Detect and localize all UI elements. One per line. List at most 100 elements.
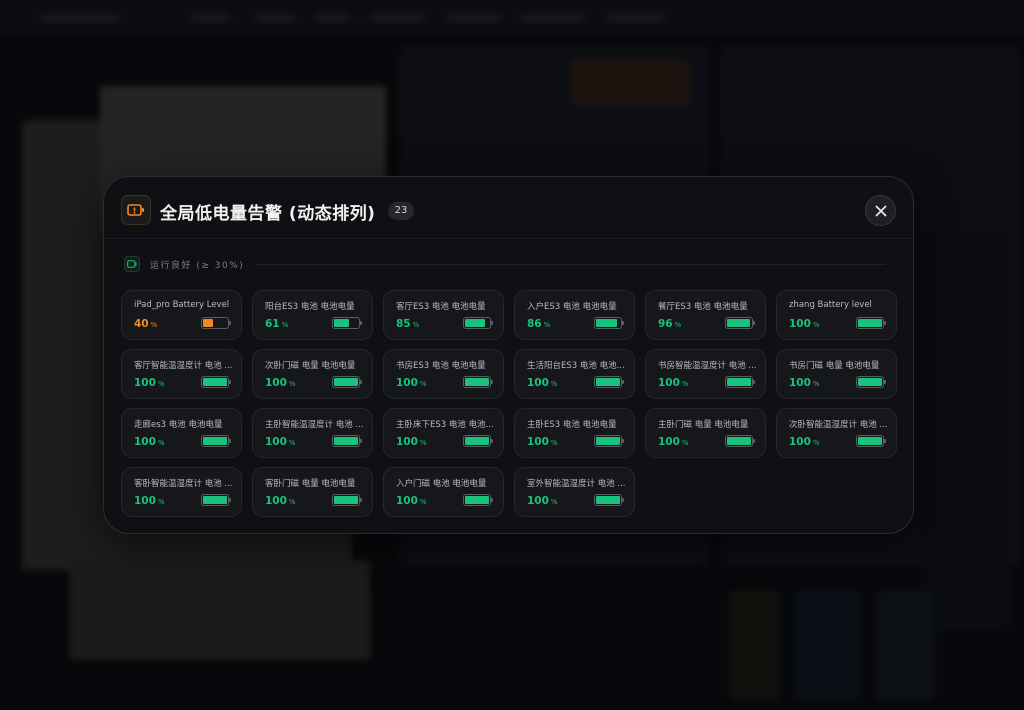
battery-percent: 100% [396, 377, 427, 389]
battery-percent-value: 100 [789, 318, 811, 330]
device-card[interactable]: 入户ES3 电池 电池电量 86% [514, 290, 635, 340]
battery-percent: 100% [265, 495, 296, 507]
battery-level-fill [465, 319, 486, 327]
device-card[interactable]: 书房智能温湿度计 电池 ... 100% [645, 349, 766, 399]
battery-alert-icon [121, 195, 151, 225]
battery-icon [856, 435, 886, 447]
battery-percent-unit: % [550, 380, 558, 388]
battery-icon [332, 317, 362, 329]
battery-percent-value: 100 [527, 377, 549, 389]
device-name: 阳台ES3 电池 电池电量 [265, 302, 355, 312]
battery-icon [201, 376, 231, 388]
battery-icon [332, 376, 362, 388]
device-name: 次卧智能温湿度计 电池 ... [789, 420, 888, 430]
battery-percent-value: 100 [265, 436, 287, 448]
battery-level-fill [465, 378, 489, 386]
battery-level-fill [858, 437, 882, 445]
device-card[interactable]: 书房ES3 电池 电池电量 100% [383, 349, 504, 399]
section-header: 运行良好 (≥ 30%) [124, 256, 894, 272]
battery-percent-value: 100 [396, 436, 418, 448]
battery-percent-unit: % [412, 321, 420, 329]
device-name: zhang Battery level [789, 300, 872, 310]
device-card[interactable]: 主卧床下ES3 电池 电池... 100% [383, 408, 504, 458]
section-divider [256, 264, 886, 265]
battery-percent-value: 86 [527, 318, 542, 330]
device-card[interactable]: zhang Battery level 100% [776, 290, 897, 340]
device-card[interactable]: 室外智能温湿度计 电池 ... 100% [514, 467, 635, 517]
device-card[interactable]: 主卧智能温湿度计 电池 ... 100% [252, 408, 373, 458]
battery-percent: 100% [658, 377, 689, 389]
battery-percent-unit: % [288, 498, 296, 506]
battery-percent-unit: % [674, 321, 682, 329]
battery-icon [201, 317, 231, 329]
battery-level-fill [727, 437, 751, 445]
battery-percent-value: 40 [134, 318, 149, 330]
device-name: 客厅ES3 电池 电池电量 [396, 302, 486, 312]
close-icon [875, 205, 886, 216]
device-card[interactable]: 客卧智能温湿度计 电池 ... 100% [121, 467, 242, 517]
device-card[interactable]: 书房门磁 电量 电池电量 100% [776, 349, 897, 399]
battery-percent: 100% [265, 377, 296, 389]
battery-icon [332, 494, 362, 506]
battery-percent-value: 61 [265, 318, 280, 330]
device-card[interactable]: 餐厅ES3 电池 电池电量 96% [645, 290, 766, 340]
device-name: 主卧门磁 电量 电池电量 [658, 420, 749, 430]
device-card[interactable]: 次卧门磁 电量 电池电量 100% [252, 349, 373, 399]
battery-level-fill [203, 319, 213, 327]
battery-percent: 85% [396, 318, 419, 330]
battery-percent-unit: % [419, 380, 427, 388]
device-card[interactable]: 客厅智能温湿度计 电池 ... 100% [121, 349, 242, 399]
battery-level-fill [465, 496, 489, 504]
device-card[interactable]: 入户门磁 电池 电池电量 100% [383, 467, 504, 517]
device-card[interactable]: iPad_pro Battery Level 40% [121, 290, 242, 340]
battery-percent-value: 100 [396, 377, 418, 389]
battery-percent: 100% [658, 436, 689, 448]
battery-icon [201, 435, 231, 447]
battery-percent-unit: % [288, 439, 296, 447]
battery-percent-unit: % [681, 380, 689, 388]
battery-percent-unit: % [157, 380, 165, 388]
battery-percent-unit: % [550, 439, 558, 447]
battery-icon [594, 317, 624, 329]
alert-count-badge: 23 [388, 202, 414, 220]
device-card[interactable]: 次卧智能温湿度计 电池 ... 100% [776, 408, 897, 458]
battery-level-fill [203, 437, 227, 445]
battery-percent-value: 100 [658, 377, 680, 389]
battery-level-fill [334, 437, 358, 445]
battery-level-fill [465, 437, 489, 445]
device-name: 走廊es3 电池 电池电量 [134, 420, 223, 430]
battery-icon [725, 435, 755, 447]
battery-percent-unit: % [812, 439, 820, 447]
battery-icon [332, 435, 362, 447]
device-name: 主卧ES3 电池 电池电量 [527, 420, 617, 430]
device-card[interactable]: 客卧门磁 电量 电池电量 100% [252, 467, 373, 517]
battery-percent-unit: % [812, 380, 820, 388]
device-name: 主卧智能温湿度计 电池 ... [265, 420, 364, 430]
device-name: 书房ES3 电池 电池电量 [396, 361, 486, 371]
battery-level-fill [596, 437, 620, 445]
device-card[interactable]: 客厅ES3 电池 电池电量 85% [383, 290, 504, 340]
device-card[interactable]: 生活阳台ES3 电池 电池... 100% [514, 349, 635, 399]
battery-percent-value: 100 [265, 495, 287, 507]
close-button[interactable] [865, 195, 896, 226]
device-card[interactable]: 阳台ES3 电池 电池电量 61% [252, 290, 373, 340]
section-label: 运行良好 (≥ 30%) [150, 261, 245, 271]
device-name: 书房门磁 电量 电池电量 [789, 361, 880, 371]
battery-level-fill [334, 378, 358, 386]
device-name: 主卧床下ES3 电池 电池... [396, 420, 494, 430]
device-card[interactable]: 走廊es3 电池 电池电量 100% [121, 408, 242, 458]
battery-percent-value: 100 [658, 436, 680, 448]
battery-level-fill [858, 378, 882, 386]
device-card[interactable]: 主卧门磁 电量 电池电量 100% [645, 408, 766, 458]
battery-level-fill [858, 319, 882, 327]
device-name: 书房智能温湿度计 电池 ... [658, 361, 757, 371]
battery-level-fill [203, 496, 227, 504]
battery-percent: 100% [527, 377, 558, 389]
battery-percent-unit: % [150, 321, 158, 329]
battery-percent-value: 100 [134, 436, 156, 448]
device-name: iPad_pro Battery Level [134, 300, 230, 310]
device-name: 客厅智能温湿度计 电池 ... [134, 361, 233, 371]
device-card[interactable]: 主卧ES3 电池 电池电量 100% [514, 408, 635, 458]
modal-title: 全局低电量告警 (动态排列) [160, 204, 376, 224]
battery-percent: 100% [527, 436, 558, 448]
